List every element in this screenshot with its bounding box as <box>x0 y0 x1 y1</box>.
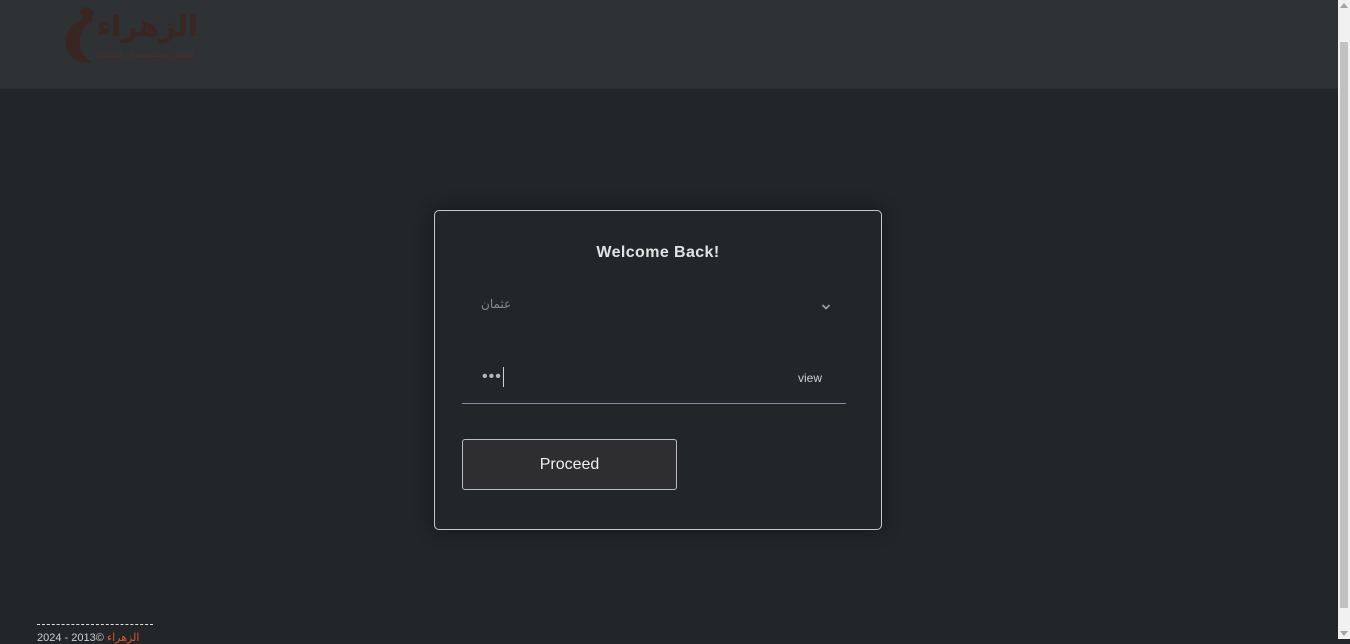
top-header: الزهراء للعطور ومستحضرات التجميل <box>0 0 1338 89</box>
chevron-down-icon <box>821 299 831 310</box>
password-input[interactable]: ••• <box>482 367 504 387</box>
brand-logo[interactable]: الزهراء للعطور ومستحضرات التجميل <box>62 4 202 66</box>
scroll-up-icon[interactable] <box>1340 3 1348 8</box>
login-title: Welcome Back! <box>596 244 720 261</box>
logo-tagline: للعطور ومستحضرات التجميل <box>96 50 194 59</box>
login-card: Welcome Back! عثمان ••• view Proceed <box>434 210 882 530</box>
footer-copyright-text: 2024 - 2013© <box>37 632 104 644</box>
password-field[interactable]: ••• view <box>462 359 846 404</box>
user-select[interactable]: عثمان <box>463 289 847 323</box>
text-caret <box>502 367 504 387</box>
scroll-down-icon[interactable] <box>1340 631 1348 636</box>
vertical-scrollbar[interactable] <box>1338 0 1350 639</box>
user-select-value: عثمان <box>481 297 512 311</box>
footer-copyright: 2024 - 2013© الزهراء <box>37 631 139 644</box>
logo-brand-name: الزهراء <box>96 9 199 43</box>
footer-brand-link[interactable]: الزهراء <box>107 632 140 644</box>
proceed-button[interactable]: Proceed <box>462 439 677 490</box>
scrollbar-thumb[interactable] <box>1340 42 1348 608</box>
view-password-toggle[interactable]: view <box>798 371 822 385</box>
footer-divider <box>37 624 153 625</box>
password-masked-value: ••• <box>482 368 502 385</box>
